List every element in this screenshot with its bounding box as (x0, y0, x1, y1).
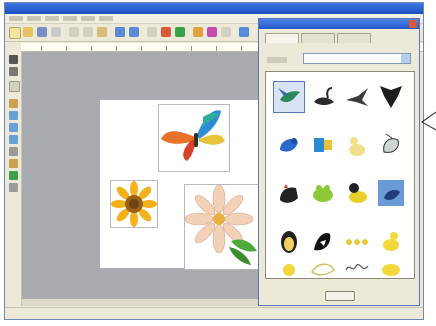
chick-small-icon (283, 264, 295, 276)
motif-cell[interactable] (376, 178, 406, 208)
motif-cell[interactable] (376, 256, 406, 278)
motif-cell[interactable] (308, 256, 338, 278)
pencil-icon[interactable] (193, 27, 203, 37)
menu-item[interactable] (81, 16, 95, 21)
title-bar (5, 3, 423, 14)
zoom-in-icon[interactable] (9, 81, 20, 92)
menu-item[interactable] (45, 16, 59, 21)
hummingbird-icon (278, 88, 300, 103)
motif-grid (265, 71, 415, 279)
dialog-tabs (265, 33, 415, 43)
motif-tool-icon[interactable] (9, 159, 18, 168)
tab-library[interactable] (337, 33, 371, 43)
motif-cell[interactable] (376, 226, 406, 256)
script-text-icon (345, 263, 369, 271)
stitch-icon[interactable] (175, 27, 185, 37)
penguin-icon (281, 231, 297, 253)
color-icon[interactable] (161, 27, 171, 37)
flower-spray-design[interactable] (184, 184, 262, 270)
new-file-icon[interactable] (9, 27, 21, 39)
chevron-down-icon[interactable] (401, 54, 410, 63)
status-bar (5, 307, 423, 319)
close-icon[interactable] (409, 20, 417, 28)
rooster-icon (280, 184, 298, 203)
fill-tool-icon[interactable] (9, 135, 18, 144)
stitch-tool-icon[interactable] (9, 171, 18, 180)
undo-icon[interactable] (115, 27, 125, 37)
flower-spray-icon (184, 184, 257, 265)
cut-icon[interactable] (69, 27, 79, 37)
ok-button[interactable] (325, 291, 355, 301)
redo-icon[interactable] (129, 27, 139, 37)
thread-icon[interactable] (207, 27, 217, 37)
category-select[interactable] (303, 53, 411, 64)
parrot-icon (314, 138, 332, 152)
shape-tool-icon[interactable] (9, 111, 18, 120)
app-title (9, 4, 69, 11)
motif-cell[interactable] (274, 130, 304, 160)
tab-motifs[interactable] (265, 33, 299, 43)
help-icon[interactable] (239, 27, 249, 37)
dialog-title-bar (259, 19, 419, 29)
sunflower-design[interactable] (110, 180, 158, 228)
butterfly-icon (161, 110, 225, 161)
outline-tool-icon[interactable] (9, 123, 18, 132)
magpie-icon (314, 232, 331, 251)
motif-cell[interactable] (274, 226, 304, 256)
motif-cell[interactable] (342, 256, 372, 278)
menu-item[interactable] (9, 16, 23, 21)
open-folder-icon[interactable] (23, 27, 33, 37)
motif-cell[interactable] (308, 178, 338, 208)
design-workspace[interactable] (22, 52, 262, 302)
butterfly-design[interactable] (158, 104, 230, 172)
ducklings-row-icon (346, 239, 368, 245)
motif-cell[interactable] (274, 178, 304, 208)
motif-cell[interactable] (342, 82, 372, 112)
motif-cell[interactable] (274, 256, 304, 278)
duck-icon (349, 183, 367, 203)
motif-browser-dialog (258, 18, 420, 306)
menu-item[interactable] (27, 16, 41, 21)
swan-outline-icon (311, 263, 335, 276)
tool-palette (7, 51, 22, 306)
bluebird-icon (280, 138, 298, 152)
print-icon[interactable] (51, 27, 61, 37)
zoom-icon[interactable] (147, 27, 157, 37)
motif-cell[interactable] (342, 178, 372, 208)
swan-icon (314, 87, 334, 105)
motif-cell[interactable] (308, 226, 338, 256)
motif-cell[interactable] (308, 130, 338, 160)
duckling-icon (349, 137, 365, 156)
measure-tool-icon[interactable] (9, 183, 18, 192)
save-icon[interactable] (37, 27, 47, 37)
text-tool-icon[interactable] (9, 99, 18, 108)
chick-sitting-icon (382, 264, 400, 276)
motif-cell[interactable] (342, 226, 372, 256)
blue-bird-square-icon (378, 180, 404, 206)
paste-icon[interactable] (97, 27, 107, 37)
category-label (267, 57, 287, 63)
menu-item[interactable] (63, 16, 77, 21)
select-arrow-icon[interactable] (9, 55, 18, 64)
design-page[interactable] (100, 100, 262, 270)
node-select-icon[interactable] (9, 67, 18, 76)
tab-patterns[interactable] (301, 33, 335, 43)
motif-cell[interactable] (273, 81, 305, 113)
flying-bird-icon (346, 88, 368, 106)
motif-cell[interactable] (308, 82, 338, 112)
hoop-icon[interactable] (221, 27, 231, 37)
motif-cell[interactable] (342, 130, 372, 160)
menu-item[interactable] (99, 16, 113, 21)
frog-icon (313, 185, 333, 202)
callout-pointer (421, 111, 436, 131)
chick-icon (383, 232, 399, 251)
horizontal-scrollbar[interactable] (22, 299, 262, 306)
line-tool-icon[interactable] (9, 147, 18, 156)
sunflower-icon (111, 181, 157, 227)
copy-icon[interactable] (83, 27, 93, 37)
